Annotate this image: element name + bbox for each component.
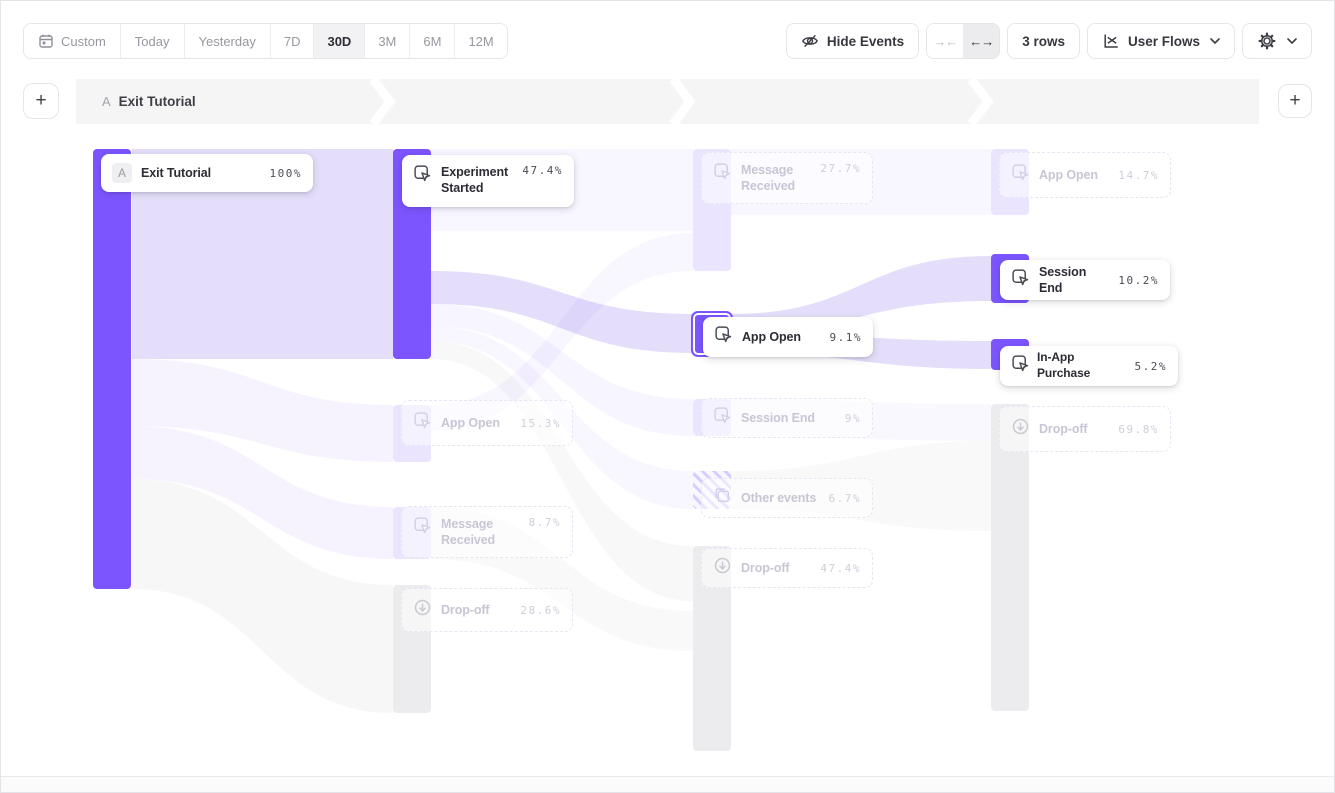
eye-off-icon <box>801 32 819 50</box>
date-range-30d[interactable]: 30D <box>314 24 365 58</box>
date-range-3m[interactable]: 3M <box>365 24 410 58</box>
node-card-dropoff[interactable]: Drop-off 28.6% <box>401 588 573 632</box>
event-icon <box>713 406 732 430</box>
node-name: Session End <box>741 410 815 426</box>
calendar-icon <box>38 33 54 49</box>
chevron-down-icon <box>1287 38 1297 44</box>
event-icon <box>413 516 432 540</box>
node-pct: 14.7% <box>1118 169 1159 182</box>
step-separator-chevron <box>370 79 396 124</box>
hide-events-label: Hide Events <box>827 34 904 49</box>
node-card-in-app-purchase[interactable]: In-App Purchase 5.2% <box>1000 346 1178 386</box>
node-pct: 6.7% <box>829 492 862 505</box>
column-width-control: →← ←→ <box>926 23 1000 59</box>
view-selector-button[interactable]: User Flows <box>1087 23 1235 59</box>
node-pct: 28.6% <box>520 604 561 617</box>
date-range-today[interactable]: Today <box>121 24 185 58</box>
node-name: In-App Purchase <box>1037 350 1128 381</box>
node-pct: 10.2% <box>1118 274 1159 287</box>
node-card-other-events[interactable]: Other events 6.7% <box>701 478 873 518</box>
step-title: Exit Tutorial <box>119 94 196 109</box>
event-icon <box>413 411 432 435</box>
steps-bar[interactable]: A Exit Tutorial <box>76 79 1259 124</box>
node-name: Drop-off <box>741 560 790 576</box>
node-card-app-open[interactable]: App Open 9.1% <box>703 317 873 357</box>
add-step-left-button[interactable]: + <box>23 83 59 119</box>
node-name: Drop-off <box>441 602 490 618</box>
rows-button[interactable]: 3 rows <box>1007 23 1080 59</box>
node-name: Session End <box>1039 264 1109 297</box>
chevron-down-icon <box>1210 38 1220 44</box>
date-range-6m[interactable]: 6M <box>410 24 455 58</box>
step-separator-chevron <box>968 79 994 124</box>
node-card-dropoff[interactable]: Drop-off 69.8% <box>999 406 1171 452</box>
node-bar-exit-tutorial[interactable] <box>93 149 131 589</box>
view-selector-label: User Flows <box>1128 34 1200 49</box>
flow-links <box>1 131 1335 776</box>
node-pct: 8.7% <box>529 516 562 529</box>
collapse-arrows-icon: →← <box>933 34 957 49</box>
user-flows-icon <box>1102 32 1120 50</box>
node-card-dropoff[interactable]: Drop-off 47.4% <box>701 548 873 588</box>
date-range-control: Custom Today Yesterday 7D 30D 3M 6M 12M <box>23 23 508 59</box>
flow-header: + A Exit Tutorial + <box>23 79 1312 124</box>
collapse-columns-button[interactable]: →← <box>927 24 963 58</box>
node-name: Other events <box>741 490 816 506</box>
node-name: Message Received <box>441 516 520 549</box>
node-pct: 15.3% <box>520 417 561 430</box>
bottom-divider <box>1 776 1334 792</box>
dropoff-icon <box>1011 417 1030 441</box>
node-name: App Open <box>441 415 500 431</box>
hide-events-button[interactable]: Hide Events <box>786 23 919 59</box>
toolbar-right: Hide Events →← ←→ 3 rows User Flo <box>786 23 1312 59</box>
expand-arrows-icon: ←→ <box>969 34 993 49</box>
node-pct: 69.8% <box>1118 423 1159 436</box>
dropoff-icon <box>413 598 432 622</box>
node-pct: 47.4% <box>820 562 861 575</box>
node-card-message-received[interactable]: Message Received 8.7% <box>401 506 573 558</box>
event-icon <box>1011 163 1030 187</box>
node-card-app-open[interactable]: App Open 14.7% <box>999 152 1171 198</box>
node-pct: 5.2% <box>1135 360 1168 373</box>
expand-columns-button[interactable]: ←→ <box>963 24 999 58</box>
add-step-right-button[interactable]: + <box>1278 84 1312 118</box>
event-icon <box>714 325 733 349</box>
node-pct: 47.4% <box>522 164 563 177</box>
node-pct: 27.7% <box>820 162 861 175</box>
node-name: Message Received <box>741 162 811 195</box>
node-card-session-end[interactable]: Session End 10.2% <box>1000 260 1170 300</box>
flow-chart: A Exit Tutorial 100% Experiment Started … <box>1 131 1335 776</box>
node-card-app-open[interactable]: App Open 15.3% <box>401 400 573 446</box>
node-card-exit-tutorial[interactable]: A Exit Tutorial 100% <box>101 154 313 192</box>
event-icon <box>1011 268 1030 292</box>
step-separator-chevron <box>670 79 696 124</box>
node-pct: 9.1% <box>830 331 863 344</box>
gear-icon <box>1257 31 1277 51</box>
date-range-custom[interactable]: Custom <box>24 24 121 58</box>
node-name: Drop-off <box>1039 421 1088 437</box>
other-events-icon <box>713 486 732 510</box>
event-icon <box>713 162 732 186</box>
node-name: Exit Tutorial <box>141 165 211 181</box>
node-pct: 9% <box>845 412 861 425</box>
event-icon <box>1011 354 1030 378</box>
user-flows-app: Custom Today Yesterday 7D 30D 3M 6M 12M … <box>0 0 1335 793</box>
date-range-7d[interactable]: 7D <box>271 24 315 58</box>
node-name: App Open <box>742 329 801 345</box>
node-badge: A <box>112 163 132 183</box>
date-range-yesterday[interactable]: Yesterday <box>185 24 271 58</box>
event-icon <box>413 164 432 188</box>
node-card-session-end[interactable]: Session End 9% <box>701 398 873 438</box>
dropoff-icon <box>713 556 732 580</box>
node-card-experiment-started[interactable]: Experiment Started 47.4% <box>402 155 574 207</box>
step-badge: A <box>102 94 111 109</box>
toolbar: Custom Today Yesterday 7D 30D 3M 6M 12M … <box>23 23 1312 59</box>
node-name: Experiment Started <box>441 164 513 197</box>
date-range-12m[interactable]: 12M <box>455 24 506 58</box>
date-range-label: Custom <box>61 34 106 49</box>
node-pct: 100% <box>270 167 303 180</box>
node-card-message-received[interactable]: Message Received 27.7% <box>701 152 873 204</box>
settings-button[interactable] <box>1242 23 1312 59</box>
node-name: App Open <box>1039 167 1098 183</box>
